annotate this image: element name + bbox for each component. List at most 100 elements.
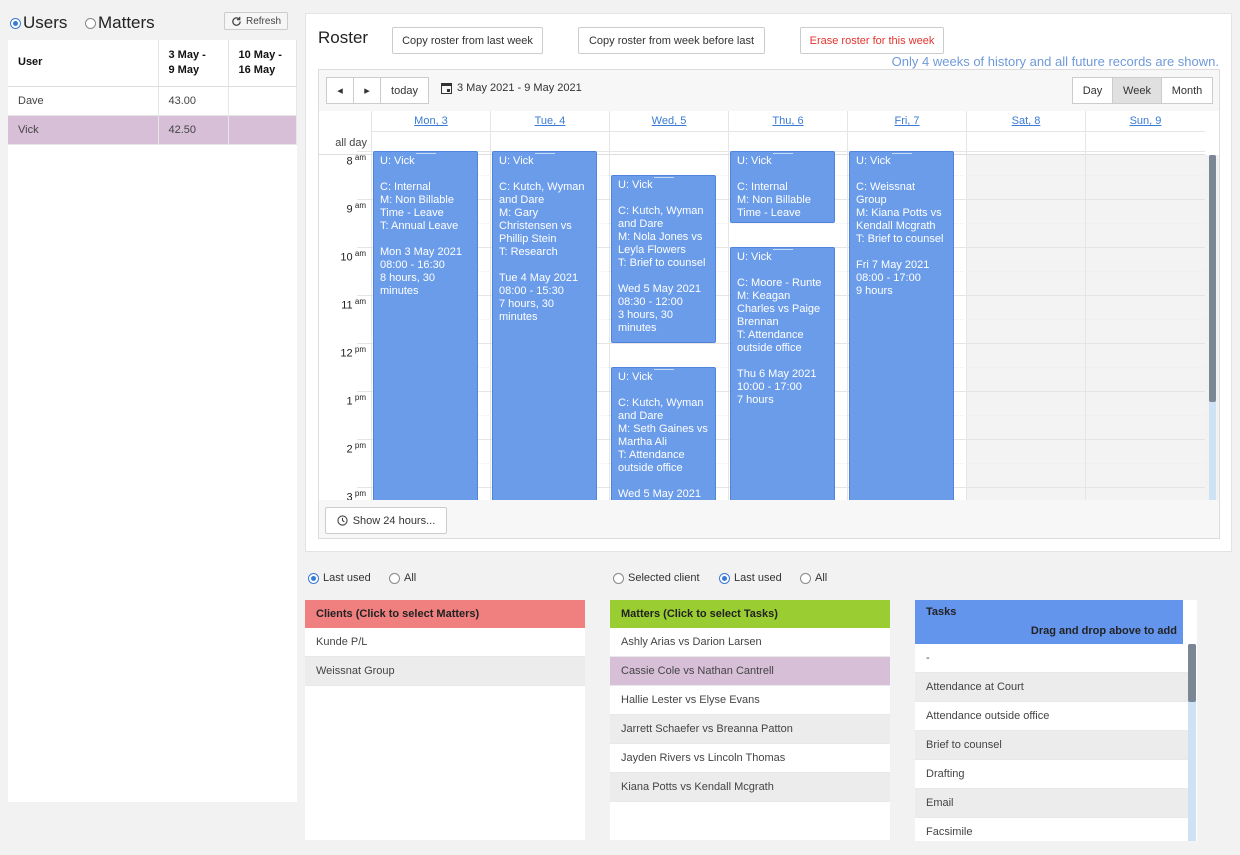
next-week-button[interactable]: ▸ — [353, 77, 381, 104]
day-header[interactable]: Thu, 6 — [728, 111, 847, 132]
event-resize-handle[interactable] — [772, 153, 793, 154]
history-note: Only 4 weeks of history and all future r… — [891, 54, 1219, 69]
roster-event[interactable]: U: Vick C: Kutch, Wyman and Dare M: Nola J… — [611, 175, 716, 343]
client-filter-last-used[interactable]: Last used — [308, 572, 371, 584]
copy-week-before-last-button[interactable]: Copy roster from week before last — [578, 27, 765, 54]
event-detail-line: M: Non Billable Time - Leave — [737, 194, 811, 219]
view-week-button[interactable]: Week — [1112, 77, 1162, 104]
event-resize-handle[interactable] — [653, 177, 674, 178]
event-resize-handle[interactable] — [534, 153, 555, 154]
event-resize-handle[interactable] — [891, 153, 912, 154]
task-item[interactable]: Attendance at Court — [915, 673, 1188, 702]
matter-item[interactable]: Ashly Arias vs Darion Larsen — [610, 628, 890, 657]
refresh-label: Refresh — [245, 15, 281, 27]
matter-item[interactable]: Hallie Lester vs Elyse Evans — [610, 686, 890, 715]
erase-roster-button[interactable]: Erase roster for this week — [800, 27, 944, 54]
event-time-line: 08:30 - 12:00 — [618, 296, 683, 308]
client-item[interactable]: Weissnat Group — [305, 657, 585, 686]
client-all-radio[interactable] — [389, 572, 400, 584]
event-details: C: Internal M: Non Billable Time - Leave — [737, 181, 828, 220]
tasks-scrollbar[interactable] — [1188, 644, 1196, 841]
day-header[interactable]: Sat, 8 — [966, 111, 1085, 132]
client-item[interactable]: Kunde P/L — [305, 628, 585, 657]
task-item[interactable]: Attendance outside office — [915, 702, 1188, 731]
event-time-line: Wed 5 May 2021 — [618, 283, 701, 295]
day-header[interactable]: Mon, 3 — [371, 111, 490, 132]
event-time-line: 10:00 - 17:00 — [737, 381, 802, 393]
event-user: U: Vick — [856, 155, 891, 167]
matter-filter-all[interactable]: All — [800, 572, 827, 584]
event-details: C: Internal M: Non Billable Time - Leave T… — [380, 181, 471, 233]
event-detail-line: M: Nola Jones vs Leyla Flowers — [618, 231, 703, 256]
refresh-button[interactable]: Refresh — [224, 12, 288, 30]
matter-filter-last-used[interactable]: Last used — [719, 572, 782, 584]
table-row[interactable]: Dave 43.00 — [8, 86, 297, 116]
event-user: U: Vick — [737, 155, 772, 167]
users-radio-option[interactable]: Users — [10, 13, 67, 33]
week1-hours-cell: 42.50 — [158, 115, 229, 145]
event-detail-line: T: Attendance outside office — [618, 449, 685, 474]
event-details: C: Moore - Runte M: Keagan Charles vs Pai… — [737, 277, 828, 355]
task-item[interactable]: Email — [915, 789, 1188, 818]
matter-selected-client-radio[interactable] — [613, 572, 624, 584]
event-detail-line: T: Research — [499, 246, 558, 258]
user-hours-table: User 3 May - 9 May 10 May - 16 May Dave … — [8, 40, 297, 145]
date-range-text: 3 May 2021 - 9 May 2021 — [457, 82, 582, 94]
roster-event[interactable]: U: Vick C: Weissnat Group M: Kiana Potts v… — [849, 151, 954, 500]
copy-last-week-button[interactable]: Copy roster from last week — [392, 27, 543, 54]
day-header[interactable]: Wed, 5 — [609, 111, 728, 132]
task-item[interactable]: Brief to counsel — [915, 731, 1188, 760]
view-day-button[interactable]: Day — [1072, 77, 1113, 104]
client-filter-all[interactable]: All — [389, 572, 416, 584]
grid-scrollbar[interactable] — [1205, 155, 1219, 500]
roster-event[interactable]: U: Vick C: Kutch, Wyman and Dare M: Gary C… — [492, 151, 597, 500]
tasks-scrollbar-thumb[interactable] — [1188, 644, 1196, 702]
event-detail-line: C: Internal — [380, 181, 431, 193]
table-row[interactable]: Vick 42.50 — [8, 115, 297, 145]
matter-last-used-radio[interactable] — [719, 572, 730, 584]
matter-item[interactable]: Cassie Cole vs Nathan Cantrell — [610, 657, 890, 686]
task-item[interactable]: Drafting — [915, 760, 1188, 789]
users-radio[interactable] — [10, 17, 21, 29]
event-time-line: Wed 5 May 2021 — [618, 488, 701, 500]
matter-item[interactable]: Kiana Potts vs Kendall Mcgrath — [610, 773, 890, 802]
event-time-line: 08:00 - 17:00 — [856, 272, 921, 284]
event-details: C: Kutch, Wyman and Dare M: Seth Gaines v… — [618, 397, 709, 475]
matter-last-used-label: Last used — [734, 572, 782, 584]
matter-filter-selected-client[interactable]: Selected client — [613, 572, 700, 584]
week2-hours-cell — [228, 115, 297, 145]
roster-event[interactable]: U: Vick C: Kutch, Wyman and Dare M: Seth G… — [611, 367, 716, 500]
roster-event[interactable]: U: Vick C: Internal M: Non Billable Time -… — [373, 151, 478, 500]
view-month-button[interactable]: Month — [1161, 77, 1213, 104]
show-24-hours-button[interactable]: Show 24 hours... — [325, 507, 447, 534]
matter-item[interactable]: Jarrett Schaefer vs Breanna Patton — [610, 715, 890, 744]
event-resize-handle[interactable] — [415, 153, 436, 154]
roster-event[interactable]: U: Vick C: Moore - Runte M: Keagan Charles… — [730, 247, 835, 500]
matters-radio[interactable] — [85, 17, 96, 29]
roster-event[interactable]: U: Vick C: Internal M: Non Billable Time -… — [730, 151, 835, 223]
event-time-line: Tue 4 May 2021 — [499, 272, 579, 284]
day-column[interactable] — [966, 155, 1085, 500]
event-detail-line: T: Brief to counsel — [856, 233, 944, 245]
day-header[interactable]: Sun, 9 — [1085, 111, 1205, 132]
day-header[interactable]: Tue, 4 — [490, 111, 609, 132]
prev-week-button[interactable]: ◂ — [326, 77, 354, 104]
matters-radio-option[interactable]: Matters — [85, 13, 155, 33]
day-column[interactable] — [1085, 155, 1205, 500]
clients-header: Clients (Click to select Matters) — [305, 600, 585, 628]
users-radio-label: Users — [23, 13, 68, 32]
task-item[interactable]: - — [915, 644, 1188, 673]
today-button[interactable]: today — [380, 77, 429, 104]
task-item[interactable]: Facsimile — [915, 818, 1188, 841]
scrollbar-thumb[interactable] — [1209, 155, 1216, 402]
client-last-used-radio[interactable] — [308, 572, 319, 584]
calendar-toolbar: ◂ ▸ today 3 May 2021 - 9 May 2021 Day We… — [319, 70, 1219, 110]
matter-item[interactable]: Jayden Rivers vs Lincoln Thomas — [610, 744, 890, 773]
user-column-header: User — [8, 40, 159, 87]
calendar-icon — [441, 83, 452, 94]
event-resize-handle[interactable] — [653, 369, 674, 370]
event-resize-handle[interactable] — [772, 249, 793, 250]
event-user: U: Vick — [499, 155, 534, 167]
matter-all-radio[interactable] — [800, 572, 811, 584]
day-header[interactable]: Fri, 7 — [847, 111, 966, 132]
